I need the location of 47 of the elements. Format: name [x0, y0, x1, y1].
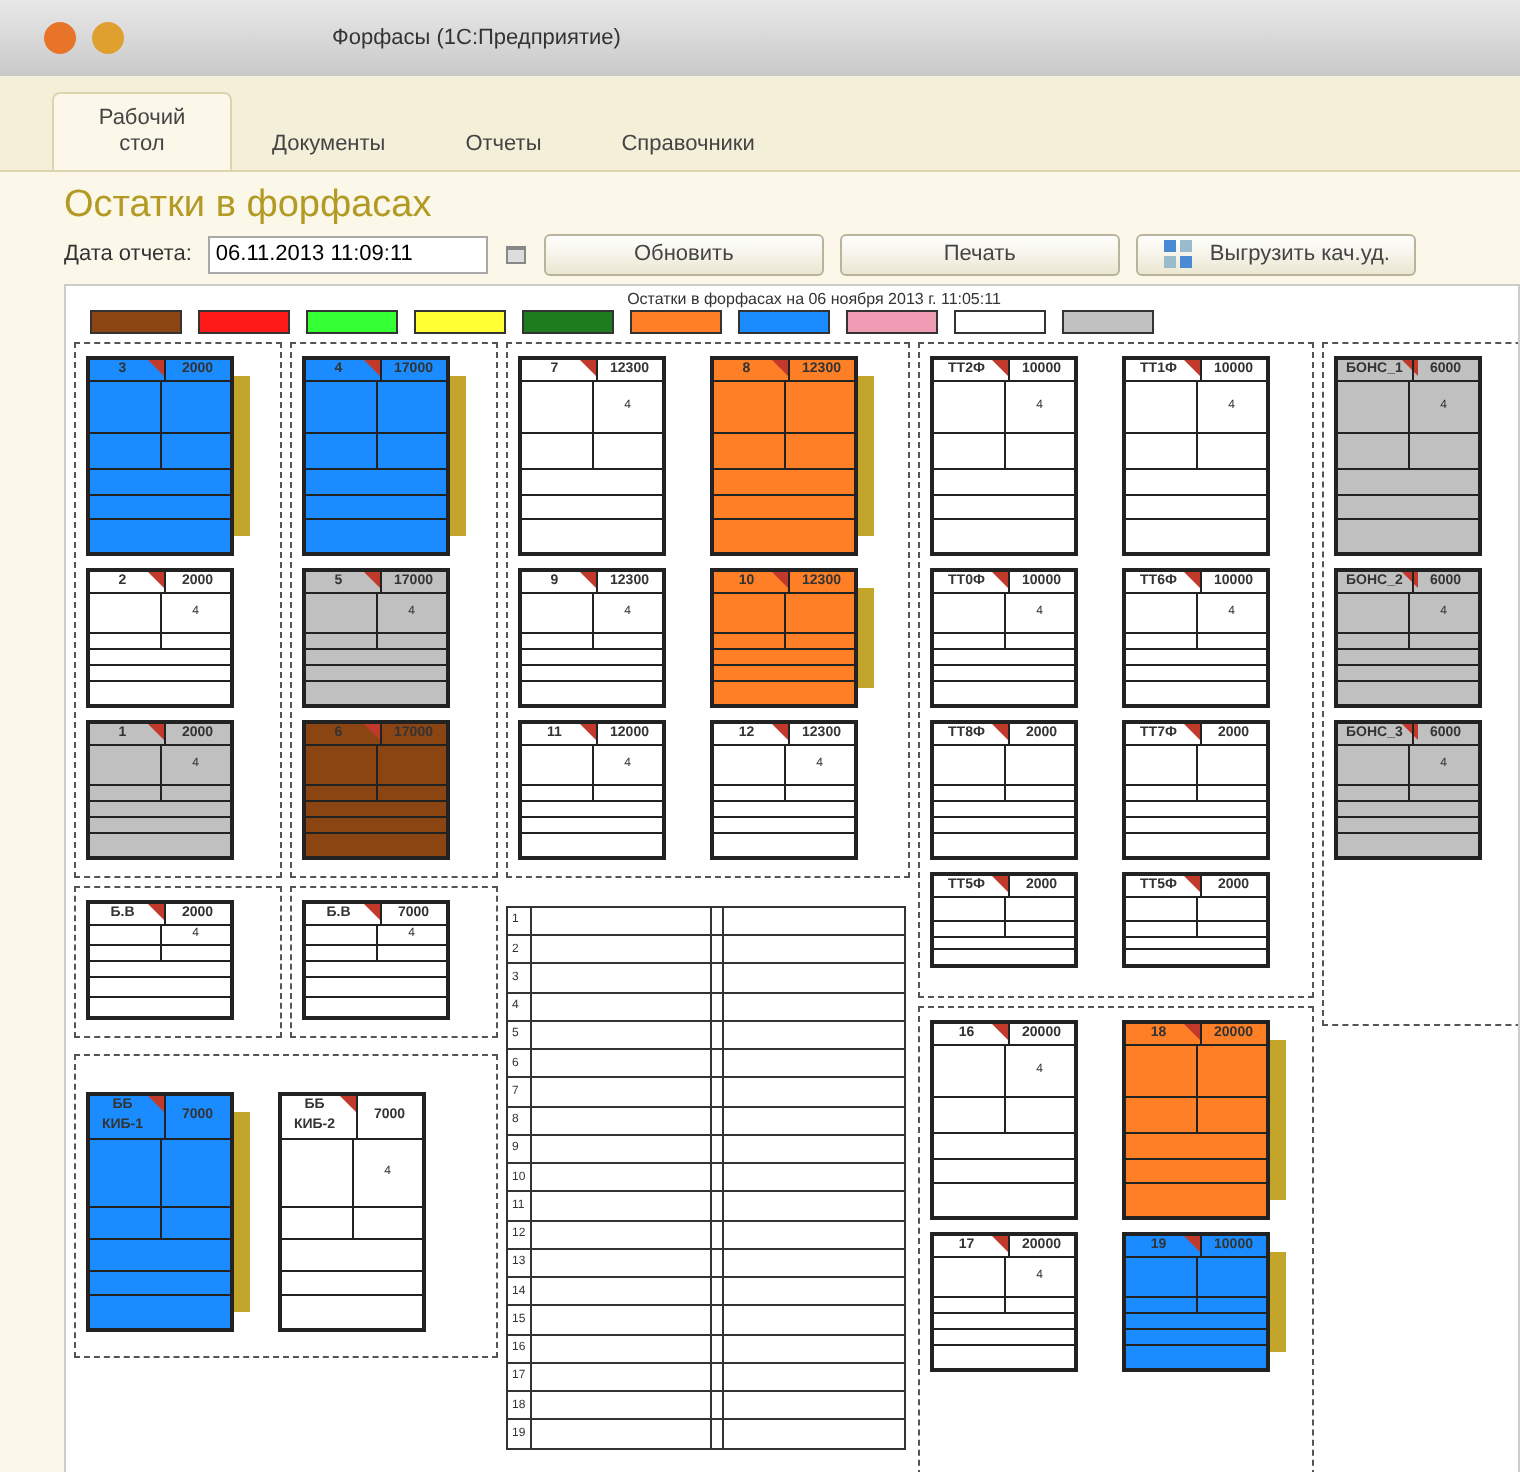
corner-mark-icon [579, 359, 595, 376]
tab[interactable]: Документы [232, 119, 426, 170]
tab[interactable]: Отчеты [425, 119, 582, 170]
corner-mark-icon [1183, 571, 1199, 588]
tab[interactable]: Справочники [581, 119, 795, 170]
menu-icon[interactable] [92, 22, 124, 54]
corner-mark-icon [147, 359, 163, 376]
corner-mark-icon [147, 1095, 163, 1112]
toolbar-button[interactable]: Печать [839, 233, 1120, 276]
corner-mark-icon [1402, 723, 1419, 740]
corner-mark-icon [339, 1095, 355, 1112]
corner-mark-icon [363, 903, 379, 920]
date-field[interactable]: 06.11.2013 11:09:11 [207, 235, 488, 274]
corner-mark-icon [1183, 1235, 1199, 1252]
corner-mark-icon [771, 723, 787, 740]
corner-mark-icon [579, 723, 595, 740]
corner-mark-icon [1402, 571, 1419, 588]
page-title: Остатки в форфасах [64, 184, 434, 230]
corner-mark-icon [991, 723, 1007, 740]
toolbar-button[interactable]: Обновить [543, 233, 824, 276]
toolbar-button[interactable]: Выгрузить кач.уд. [1135, 233, 1416, 276]
tab[interactable]: Рабочий стол [52, 91, 232, 170]
corner-mark-icon [363, 571, 379, 588]
logo-icon [44, 22, 76, 54]
window-title: Форфасы (1С:Предприятие) [330, 23, 621, 54]
corner-mark-icon [363, 359, 379, 376]
corner-mark-icon [1183, 723, 1199, 740]
corner-mark-icon [991, 875, 1007, 892]
corner-mark-icon [991, 1235, 1007, 1252]
corner-mark-icon [147, 571, 163, 588]
corner-mark-icon [991, 571, 1007, 588]
date-label: Дата отчета: [64, 240, 192, 271]
corner-mark-icon [1402, 359, 1419, 376]
calendar-icon[interactable] [503, 242, 528, 267]
corner-mark-icon [1183, 1023, 1199, 1040]
corner-mark-icon [991, 1023, 1007, 1040]
corner-mark-icon [771, 359, 787, 376]
corner-mark-icon [363, 723, 379, 740]
corner-mark-icon [147, 903, 163, 920]
corner-mark-icon [771, 571, 787, 588]
corner-mark-icon [147, 723, 163, 740]
corner-mark-icon [991, 359, 1007, 376]
export-icon [1161, 238, 1194, 271]
corner-mark-icon [1183, 875, 1199, 892]
corner-mark-icon [579, 571, 595, 588]
corner-mark-icon [1183, 359, 1199, 376]
report-title: Остатки в форфасах на 06 ноября 2013 г. 11:05:11 [625, 289, 1003, 310]
